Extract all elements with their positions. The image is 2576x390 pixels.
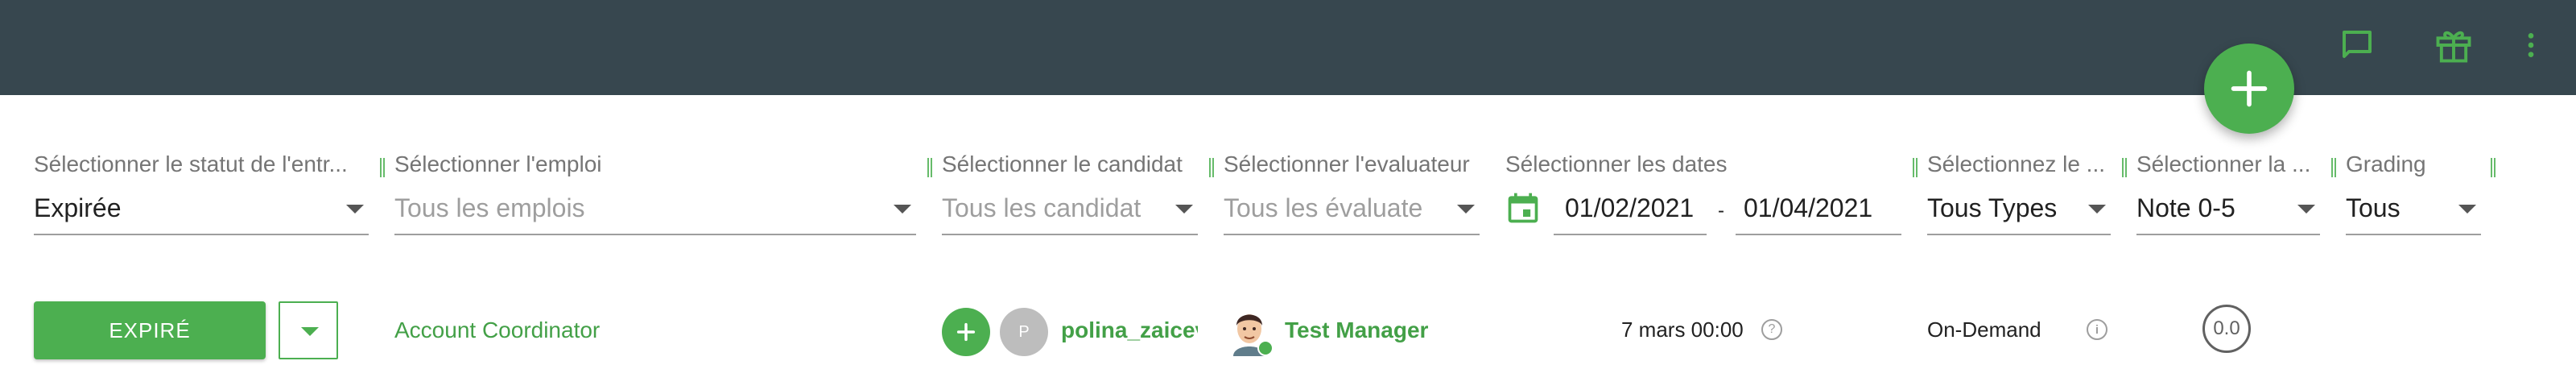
type-filter[interactable]: Sélectionnez le ... Tous Types [1927, 95, 2111, 274]
more-vert-icon[interactable] [2508, 23, 2553, 68]
type-filter-underline [1927, 234, 2111, 235]
add-candidate-button[interactable] [942, 308, 990, 356]
status-filter-underline [34, 234, 369, 235]
type-filter-label: Sélectionnez le ... [1927, 151, 2106, 176]
filter-bar: Sélectionner le statut de l'entr... Expi… [0, 95, 2576, 274]
grading-filter[interactable]: Grading Tous [2346, 95, 2481, 274]
candidate-filter-underline [942, 234, 1198, 235]
evaluator-filter-underline [1224, 234, 1480, 235]
grading-filter-value: Tous [2346, 193, 2401, 222]
chevron-down-icon[interactable] [2458, 205, 2476, 214]
evaluator-avatar [1225, 305, 1274, 356]
candidate-name-link[interactable]: polina_zaiceva [1061, 317, 1198, 343]
candidate-filter-label: Sélectionner le candidat [942, 151, 1183, 176]
score-value: 0.0 [2213, 317, 2240, 339]
column-resize-handle[interactable] [2491, 158, 2496, 177]
chevron-down-icon[interactable] [1175, 205, 1193, 214]
rating-filter-underline [2136, 234, 2320, 235]
job-filter-placeholder: Tous les emplois [394, 193, 585, 222]
gift-icon[interactable] [2431, 23, 2476, 68]
date-range-label: Sélectionner les dates [1505, 151, 1728, 176]
job-filter-label: Sélectionner l'emploi [394, 151, 602, 176]
evaluator-filter-label: Sélectionner l'evaluateur [1224, 151, 1470, 176]
evaluator-filter[interactable]: Sélectionner l'evaluateur Tous les évalu… [1224, 95, 1480, 274]
info-icon[interactable]: i [2087, 319, 2107, 340]
column-resize-handle[interactable] [2331, 158, 2336, 177]
status-filter[interactable]: Sélectionner le statut de l'entr... Expi… [34, 95, 369, 274]
column-resize-handle[interactable] [927, 158, 932, 177]
grading-filter-label: Grading [2346, 151, 2426, 176]
status-filter-value: Expirée [34, 193, 122, 222]
status-filter-label: Sélectionner le statut de l'entr... [34, 151, 348, 176]
chevron-down-icon[interactable] [894, 205, 911, 214]
chevron-down-icon[interactable] [2088, 205, 2106, 214]
column-resize-handle[interactable] [1913, 158, 1918, 177]
table-row[interactable]: EXPIRÉ Account Coordinator P polina_zaic… [0, 274, 2576, 390]
rating-filter-label: Sélectionner la ... [2136, 151, 2311, 176]
chevron-down-icon[interactable] [1457, 205, 1475, 214]
online-status-dot [1257, 340, 1274, 356]
job-link[interactable]: Account Coordinator [394, 317, 600, 343]
date-separator: - [1718, 200, 1724, 222]
column-resize-handle[interactable] [1209, 158, 1214, 177]
start-date-input[interactable]: 01/02/2021 [1565, 193, 1694, 223]
end-date-input[interactable]: 01/04/2021 [1744, 193, 1872, 223]
status-dropdown-button[interactable] [279, 301, 338, 359]
top-app-bar [0, 0, 2576, 95]
plus-icon [2231, 70, 2268, 107]
caret-down-icon [301, 327, 319, 336]
interview-type: On-Demand [1927, 317, 2041, 342]
candidate-avatar: P [1000, 308, 1048, 356]
grading-filter-underline [2346, 234, 2481, 235]
job-filter-underline [394, 234, 916, 235]
job-filter[interactable]: Sélectionner l'emploi Tous les emplois [394, 95, 916, 274]
candidate-initial: P [1018, 322, 1030, 341]
start-date-underline [1554, 234, 1707, 235]
score-badge: 0.0 [2202, 305, 2251, 353]
chevron-down-icon[interactable] [346, 205, 364, 214]
date-range-filter[interactable]: Sélectionner les dates 01/02/2021 - 01/0… [1505, 95, 1901, 274]
plus-icon [956, 322, 976, 342]
chat-icon[interactable] [2334, 23, 2380, 68]
candidate-filter[interactable]: Sélectionner le candidat Tous les candid… [942, 95, 1198, 274]
column-resize-handle[interactable] [2122, 158, 2127, 177]
type-filter-value: Tous Types [1927, 193, 2058, 222]
rating-filter-value: Note 0-5 [2136, 193, 2235, 222]
calendar-icon[interactable] [1505, 190, 1541, 230]
end-date-underline [1736, 234, 1901, 235]
candidate-filter-placeholder: Tous les candidat [942, 193, 1141, 222]
help-icon[interactable]: ? [1761, 319, 1782, 340]
evaluator-name-link[interactable]: Test Manager [1285, 317, 1428, 343]
chevron-down-icon[interactable] [2297, 205, 2315, 214]
column-resize-handle[interactable] [380, 158, 385, 177]
interview-date: 7 mars 00:00 [1621, 317, 1744, 342]
add-fab-button[interactable] [2204, 44, 2294, 134]
evaluator-filter-placeholder: Tous les évaluate [1224, 193, 1423, 222]
status-button[interactable]: EXPIRÉ [34, 301, 266, 359]
